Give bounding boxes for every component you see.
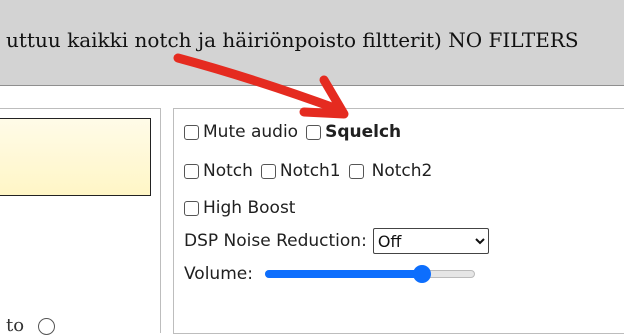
notch1-checkbox[interactable] [260, 163, 276, 179]
mute-audio-label: Mute audio [203, 122, 299, 142]
row-mute-squelch: Mute audio Squelch [184, 122, 401, 142]
squelch-checkbox[interactable] [306, 124, 322, 140]
left-cut-text: to [6, 315, 25, 336]
notch-checkbox[interactable] [184, 163, 199, 179]
dsp-noise-reduction-select[interactable]: Off [372, 228, 489, 254]
volume-slider-fill [264, 270, 423, 278]
volume-label: Volume: [184, 264, 253, 284]
radio-button[interactable] [38, 318, 55, 335]
volume-slider-thumb[interactable] [413, 265, 432, 283]
high-boost-checkbox[interactable] [184, 200, 199, 216]
row-volume: Volume: [184, 264, 475, 284]
banner-text: uttuu kaikki notch ja häiriönpoisto filt… [6, 28, 579, 52]
row-notch: Notch Notch1 Notch2 [184, 161, 432, 181]
volume-slider[interactable] [264, 265, 475, 283]
yellow-display-box [0, 118, 151, 196]
mute-audio-checkbox[interactable] [184, 124, 199, 140]
notch-label: Notch [203, 161, 253, 181]
top-bar: uttuu kaikki notch ja häiriönpoisto filt… [0, 0, 624, 86]
row-high-boost: High Boost [184, 198, 295, 218]
notch2-label: Notch2 [371, 161, 433, 181]
dsp-noise-reduction-label: DSP Noise Reduction: [184, 231, 367, 251]
notch1-label: Notch1 [279, 161, 341, 181]
squelch-label: Squelch [325, 122, 402, 142]
high-boost-label: High Boost [203, 198, 296, 218]
notch2-checkbox[interactable] [348, 163, 364, 179]
row-dsp-noise-reduction: DSP Noise Reduction: Off [184, 228, 489, 254]
